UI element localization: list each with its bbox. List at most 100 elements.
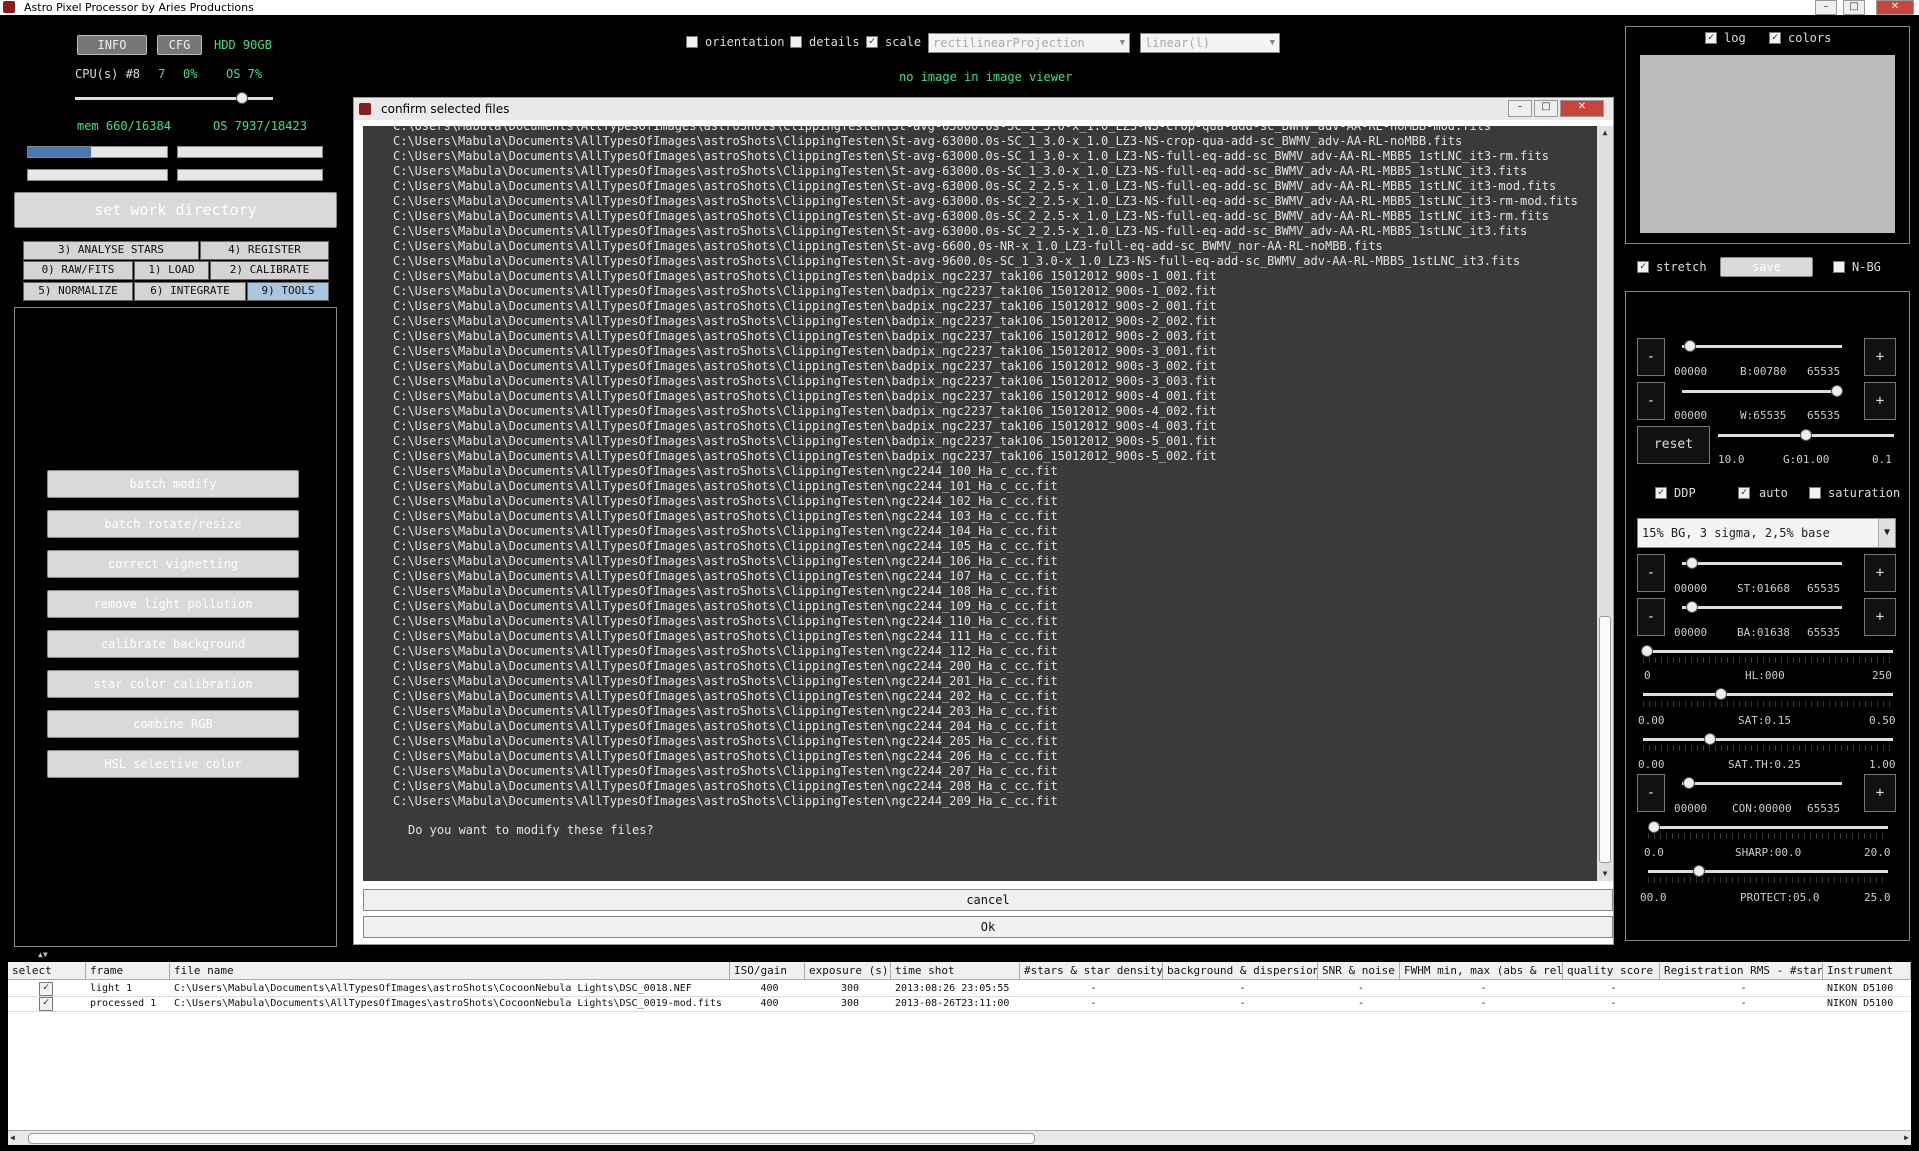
file-list-item: C:\Users\Mabula\Documents\AllTypesOfImag… — [393, 704, 1058, 718]
st-slider-track[interactable] — [1682, 562, 1842, 565]
ddp-preset-dropdown[interactable]: 15% BG, 3 sigma, 2,5% base ▼ — [1637, 518, 1896, 548]
satth-slider-track[interactable] — [1643, 738, 1893, 741]
auto-checkbox[interactable]: ✓ — [1738, 487, 1750, 499]
ba-minus-button[interactable]: - — [1637, 598, 1665, 636]
hl-slider-knob[interactable] — [1641, 645, 1653, 657]
dialog-close-icon[interactable]: ✕ — [1560, 100, 1604, 117]
correct-vignetting-button[interactable]: correct vignetting — [47, 550, 299, 578]
protect-slider-track[interactable] — [1648, 870, 1888, 873]
b-minus-button[interactable]: - — [1637, 338, 1665, 376]
tab-analyse-stars[interactable]: 3) ANALYSE STARS — [23, 241, 199, 260]
column-header[interactable]: Registration RMS - #stars — [1660, 962, 1823, 980]
nbg-checkbox[interactable] — [1833, 261, 1845, 273]
reset-button[interactable]: reset — [1637, 426, 1710, 464]
row-select-checkbox[interactable]: ✓ — [39, 982, 53, 996]
stretch-mode-dropdown[interactable]: linear(l) ▼ — [1140, 33, 1280, 53]
cpu-slider-knob[interactable] — [236, 92, 248, 104]
w-minus-button[interactable]: - — [1637, 382, 1665, 420]
column-header[interactable]: FWHM min, max (abs & rel) — [1400, 962, 1563, 980]
w-plus-button[interactable]: + — [1864, 382, 1896, 420]
column-header[interactable]: SNR & noise — [1318, 962, 1400, 980]
orientation-checkbox[interactable] — [686, 36, 698, 48]
w-slider-track[interactable] — [1682, 390, 1842, 393]
cancel-button[interactable]: cancel — [363, 889, 1613, 911]
w-slider-knob[interactable] — [1831, 385, 1843, 397]
table-horizontal-scrollbar[interactable]: ◀ ▶ — [8, 1130, 1911, 1145]
scroll-down-icon[interactable]: ▼ — [1597, 867, 1613, 881]
column-header[interactable]: Instrument — [1823, 962, 1911, 980]
hl-slider-track[interactable] — [1643, 650, 1893, 653]
ok-button[interactable]: Ok — [363, 916, 1613, 938]
tab-tools[interactable]: 9) TOOLS — [247, 282, 329, 301]
save-button[interactable]: save — [1720, 257, 1813, 277]
scroll-left-icon[interactable]: ◀ — [10, 1131, 15, 1145]
st-plus-button[interactable]: + — [1864, 554, 1896, 592]
tab-calibrate[interactable]: 2) CALIBRATE — [210, 261, 329, 280]
dialog-vertical-scrollbar[interactable]: ▲ ▼ — [1597, 126, 1613, 881]
satth-slider-knob[interactable] — [1704, 733, 1716, 745]
remove-light-pollution-button[interactable]: remove light pollution — [47, 590, 299, 618]
maximize-icon[interactable]: □ — [1843, 0, 1865, 15]
st-slider-knob[interactable] — [1686, 557, 1698, 569]
column-header[interactable]: frame — [86, 962, 170, 980]
projection-dropdown[interactable]: rectilinearProjection ▼ — [928, 33, 1130, 53]
column-header[interactable]: select — [8, 962, 86, 980]
tab-raw-fits[interactable]: 0) RAW/FITS — [23, 261, 133, 280]
column-header[interactable]: time shot — [891, 962, 1020, 980]
con-slider-track[interactable] — [1682, 782, 1842, 785]
con-slider-knob[interactable] — [1683, 777, 1695, 789]
column-header[interactable]: exposure (s) — [805, 962, 891, 980]
ba-plus-button[interactable]: + — [1864, 598, 1896, 636]
ba-slider-track[interactable] — [1682, 606, 1842, 609]
combine-rgb-button[interactable]: combine RGB — [47, 710, 299, 738]
saturation-checkbox[interactable] — [1809, 487, 1821, 499]
minimize-icon[interactable]: – — [1815, 0, 1837, 15]
column-header[interactable]: ISO/gain — [730, 962, 805, 980]
stretch-checkbox[interactable]: ✓ — [1637, 261, 1649, 273]
con-minus-button[interactable]: - — [1637, 774, 1665, 812]
hsl-selective-color-button[interactable]: HSL selective color — [47, 750, 299, 778]
table-scroll-thumb[interactable] — [28, 1133, 1035, 1144]
star-color-calibration-button[interactable]: star color calibration — [47, 670, 299, 698]
ba-slider-knob[interactable] — [1686, 601, 1698, 613]
batch-modify-button[interactable]: batch modify — [47, 470, 299, 498]
sat-slider-track[interactable] — [1643, 693, 1893, 696]
con-plus-button[interactable]: + — [1864, 774, 1896, 812]
g-slider-knob[interactable] — [1800, 429, 1812, 441]
file-list[interactable]: C:\Users\Mabula\Documents\AllTypesOfImag… — [363, 126, 1597, 881]
column-header[interactable]: background & dispersion — [1163, 962, 1318, 980]
sharp-slider-track[interactable] — [1648, 826, 1888, 829]
set-work-directory-button[interactable]: set work directory — [14, 192, 337, 228]
dialog-maximize-icon[interactable]: □ — [1534, 100, 1558, 117]
batch-rotate-resize-button[interactable]: batch rotate/resize — [47, 510, 299, 538]
tab-load[interactable]: 1) LOAD — [134, 261, 209, 280]
scroll-right-icon[interactable]: ▶ — [1904, 1131, 1909, 1145]
column-header[interactable]: file name — [170, 962, 730, 980]
scroll-thumb[interactable] — [1599, 616, 1611, 863]
table-row[interactable]: ✓ light 1 C:\Users\Mabula\Documents\AllTyp… — [8, 981, 1911, 997]
b-slider-knob[interactable] — [1684, 340, 1696, 352]
tab-integrate[interactable]: 6) INTEGRATE — [134, 282, 246, 301]
details-checkbox[interactable] — [790, 36, 802, 48]
split-handle-icon[interactable]: ▲▼ — [38, 951, 48, 959]
sat-slider-knob[interactable] — [1715, 688, 1727, 700]
column-header[interactable]: quality score — [1563, 962, 1660, 980]
protect-slider-knob[interactable] — [1693, 865, 1705, 877]
cfg-button[interactable]: CFG — [157, 35, 202, 55]
scroll-up-icon[interactable]: ▲ — [1597, 126, 1613, 140]
row-select-checkbox[interactable]: ✓ — [39, 997, 53, 1011]
column-header[interactable]: #stars & star density — [1020, 962, 1163, 980]
table-row[interactable]: ✓ processed 1 C:\Users\Mabula\Documents\Al… — [8, 996, 1911, 1012]
close-icon[interactable]: ✕ — [1876, 0, 1914, 15]
sharp-slider-knob[interactable] — [1648, 821, 1660, 833]
st-minus-button[interactable]: - — [1637, 554, 1665, 592]
info-button[interactable]: INFO — [77, 35, 147, 55]
dialog-minimize-icon[interactable]: – — [1508, 100, 1532, 117]
tab-normalize[interactable]: 5) NORMALIZE — [23, 282, 133, 301]
b-slider-track[interactable] — [1682, 345, 1842, 348]
ddp-checkbox[interactable]: ✓ — [1655, 487, 1667, 499]
tab-register[interactable]: 4) REGISTER — [200, 241, 329, 260]
calibrate-background-button[interactable]: calibrate background — [47, 630, 299, 658]
b-plus-button[interactable]: + — [1864, 338, 1896, 376]
scale-checkbox[interactable]: ✓ — [866, 36, 878, 48]
